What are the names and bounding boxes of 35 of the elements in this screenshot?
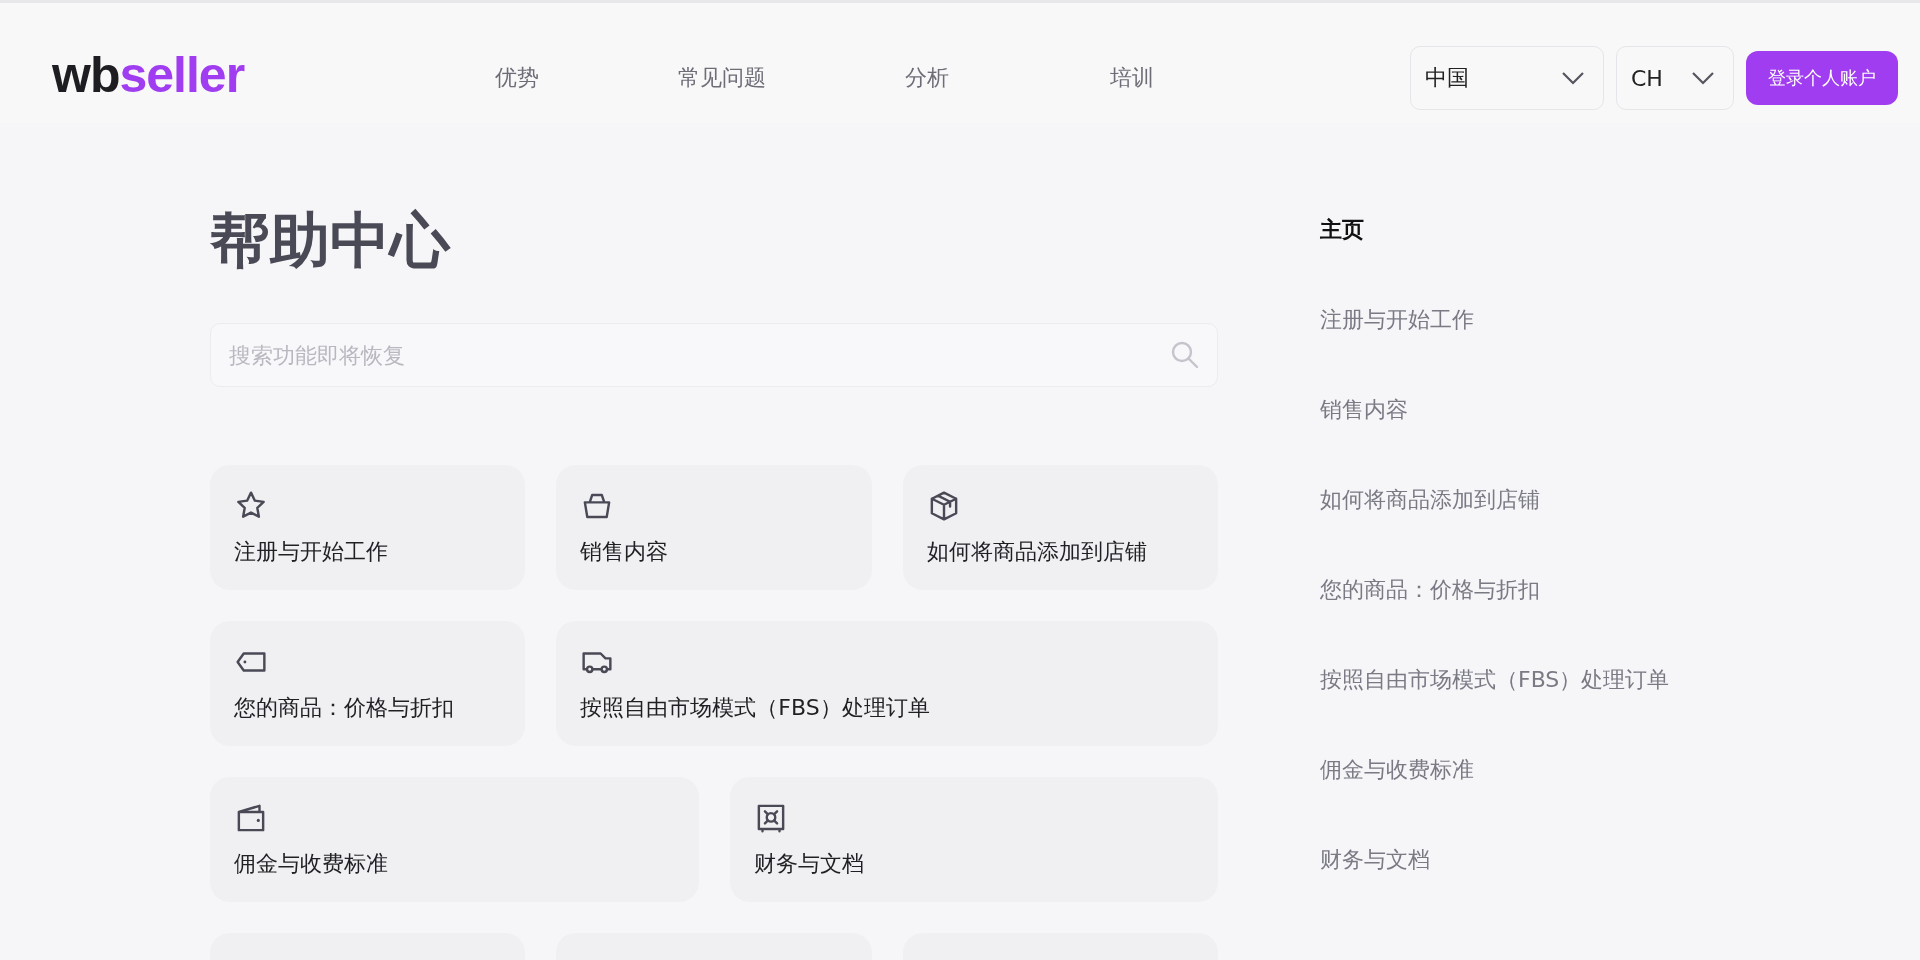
- sidebar-link[interactable]: 注册与开始工作: [1320, 305, 1474, 335]
- topic-card[interactable]: 财务与文档: [729, 777, 1218, 902]
- card-title: 财务与文档: [753, 850, 864, 878]
- sidebar-link[interactable]: 按照自由市场模式（FBS）处理订单: [1320, 665, 1670, 695]
- topic-card[interactable]: 注册与开始工作: [210, 465, 526, 590]
- language-select[interactable]: CH: [1616, 46, 1734, 110]
- card-title: 按照自由市场模式（FBS）处理订单: [580, 694, 930, 722]
- chevron-down-icon: [1691, 71, 1715, 85]
- sidebar-link[interactable]: 财务与文档: [1320, 845, 1430, 875]
- topic-card[interactable]: 佣金与收费标准: [210, 777, 699, 902]
- page-title: 帮助中心: [210, 204, 452, 277]
- nav-link[interactable]: 优势: [414, 63, 620, 93]
- card-title: 您的商品：价格与折扣: [234, 694, 454, 722]
- sidebar-link[interactable]: 销售内容: [1320, 395, 1408, 425]
- nav-link[interactable]: 培训: [1029, 63, 1235, 93]
- card-title: 如何将商品添加到店铺: [926, 538, 1147, 566]
- sidebar-link[interactable]: 主页: [1320, 215, 1364, 245]
- nav-link[interactable]: 常见问题: [619, 63, 825, 93]
- logo[interactable]: wbseller: [52, 50, 245, 106]
- topic-card[interactable]: 销售内容: [556, 465, 872, 590]
- card-title: 注册与开始工作: [234, 538, 388, 566]
- search-icon: [1170, 340, 1200, 370]
- chevron-down-icon: [1561, 71, 1585, 85]
- sidebar-link[interactable]: 如何将商品添加到店铺: [1320, 485, 1540, 515]
- sidebar-link[interactable]: 佣金与收费标准: [1320, 755, 1474, 785]
- sidebar-link[interactable]: 您的商品：价格与折扣: [1320, 575, 1540, 605]
- card-title: 佣金与收费标准: [234, 850, 388, 878]
- topic-card[interactable]: 您的商品：价格与折扣: [210, 621, 526, 746]
- topic-card[interactable]: 如何将商品添加到店铺: [902, 465, 1218, 590]
- search-field[interactable]: 搜索功能即将恢复: [210, 323, 1218, 387]
- nav-link[interactable]: 分析: [824, 63, 1030, 93]
- topic-card[interactable]: 按照自由市场模式（FBS）处理订单: [556, 621, 1218, 746]
- country-select[interactable]: 中国: [1410, 46, 1604, 110]
- card-title: 销售内容: [580, 538, 669, 566]
- login-button[interactable]: 登录个人账户: [1746, 51, 1898, 105]
